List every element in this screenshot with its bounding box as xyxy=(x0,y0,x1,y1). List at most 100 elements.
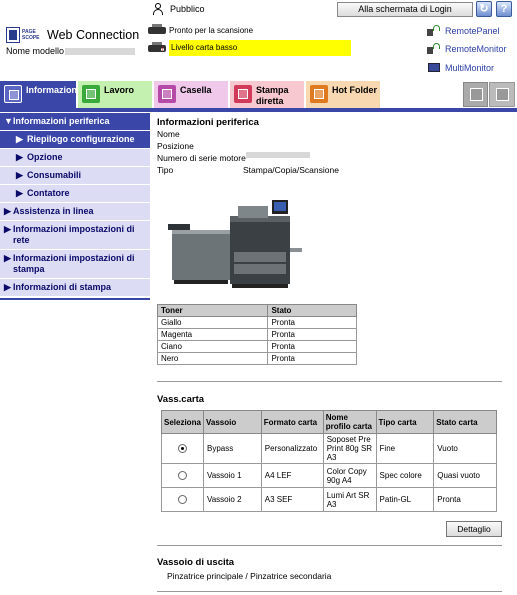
sidebar-item-label: Informazioni di stampa xyxy=(13,282,112,292)
tray-name: Vassoio 1 xyxy=(202,463,262,488)
table-row: Magenta Pronta xyxy=(156,328,357,341)
multi-monitor-label: MultiMonitor xyxy=(445,63,495,73)
sidebar-item-opzione[interactable]: ▶ Opzione xyxy=(0,149,150,167)
column-header: Seleziona xyxy=(161,410,204,434)
sidebar-item-label: Contatore xyxy=(27,188,70,198)
tab-maintenance[interactable] xyxy=(463,82,488,107)
tray-radio[interactable] xyxy=(177,471,187,480)
page-title: Informazioni periferica xyxy=(157,117,259,128)
sidebar-item-contatore[interactable]: ▶ Contatore xyxy=(0,185,150,203)
device-position-label: Posizione xyxy=(157,141,194,151)
column-header: Tipo carta xyxy=(375,410,435,434)
status-ready-text: Pronto per la scansione xyxy=(169,25,254,35)
tray-status: Pronta xyxy=(433,487,497,512)
tray-size: Personalizzato xyxy=(260,433,324,464)
model-name: Nome modello xyxy=(6,46,136,56)
multi-monitor-link[interactable]: MultiMonitor xyxy=(427,62,494,74)
sidebar-item-assistenza[interactable]: ▶ Assistenza in linea xyxy=(0,203,150,221)
remote-panel-link[interactable]: RemotePanel xyxy=(427,25,500,37)
sidebar-item-impostazioni-stampa[interactable]: ▶ Informazioni impostazioni di stampa xyxy=(0,250,150,279)
toner-status: Pronta xyxy=(267,340,357,353)
tab-casella[interactable]: Casella xyxy=(154,81,228,108)
sidebar-item-consumabili[interactable]: ▶ Consumabili xyxy=(0,167,150,185)
user-info: Pubblico xyxy=(152,3,205,15)
detail-button[interactable]: Dettaglio xyxy=(446,521,502,537)
serial-value-redacted xyxy=(245,152,310,158)
tray-name: Vassoio 2 xyxy=(202,487,262,512)
login-button[interactable]: Alla schermata di Login xyxy=(337,2,473,17)
remote-panel-icon xyxy=(427,25,441,37)
toner-table: Toner Stato Giallo Pronta Magenta Pronta C… xyxy=(156,304,357,365)
table-row: Bypass Personalizzato Soposet Pre Print … xyxy=(161,433,497,464)
tray-paper-type: Spec colore xyxy=(375,463,435,488)
tab-settings[interactable] xyxy=(489,82,515,107)
paper-trays-title: Vass.carta xyxy=(157,394,205,405)
page-scope-logo: PAGE SCOPE Web Connection xyxy=(6,24,152,46)
tab-informazione[interactable]: Informazione xyxy=(0,81,82,108)
tray-radio[interactable] xyxy=(177,444,187,453)
printer-warning-icon: ! xyxy=(148,42,166,54)
toner-status: Pronta xyxy=(267,352,357,365)
output-tray-value: Pinzatrice principale / Pinzatrice secon… xyxy=(167,571,332,581)
remote-monitor-link[interactable]: RemoteMonitor xyxy=(427,43,507,55)
main-tabs: Informazione Lavoro Casella Stampa diret… xyxy=(0,81,517,108)
triangle-right-icon: ▶ xyxy=(16,152,23,162)
device-name-row: Nome xyxy=(157,128,503,140)
tray-status: Vuoto xyxy=(433,433,497,464)
model-value-redacted xyxy=(65,48,136,56)
toner-status: Pronta xyxy=(267,316,357,329)
maintenance-icon xyxy=(470,88,483,101)
column-header: Stato xyxy=(267,304,357,317)
tray-header-row: Seleziona Vassoio Formato carta Nome pro… xyxy=(161,410,497,434)
sidebar-item-label: Consumabili xyxy=(27,170,82,180)
tray-profile: Color Copy 90g A4 xyxy=(322,463,377,488)
sidebar-item-label: Assistenza in linea xyxy=(13,206,94,216)
printer-icon xyxy=(148,24,166,36)
device-type-value: Stampa/Copia/Scansione xyxy=(243,165,339,175)
sidebar-item-riepilogo-configurazione[interactable]: ▶ Riepilogo configurazione xyxy=(0,131,150,149)
tray-paper-type: Patin-GL xyxy=(375,487,435,512)
job-icon xyxy=(82,85,100,103)
printer-image xyxy=(168,200,302,288)
direct-print-icon xyxy=(234,85,252,103)
logo-title: Web Connection xyxy=(47,28,140,42)
paper-tray-table: Seleziona Vassoio Formato carta Nome pro… xyxy=(161,410,497,512)
tab-stampa-diretta[interactable]: Stampa diretta xyxy=(230,81,304,108)
triangle-right-icon: ▶ xyxy=(16,170,23,180)
sidebar-item-informazioni-periferica[interactable]: ▼Informazioni periferica xyxy=(0,113,150,131)
toner-header-row: Toner Stato xyxy=(156,304,357,317)
triangle-right-icon: ▶ xyxy=(4,253,11,263)
user-name: Pubblico xyxy=(170,4,205,14)
model-label: Nome modello xyxy=(6,46,65,56)
toner-color: Giallo xyxy=(156,316,269,329)
tab-hot-folder[interactable]: Hot Folder xyxy=(306,81,380,108)
output-tray-title: Vassoio di uscita xyxy=(157,557,235,568)
logo-small-text: PAGE SCOPE xyxy=(22,29,40,41)
device-serial-row: Numero di serie motore xyxy=(157,152,503,164)
remote-monitor-label: RemoteMonitor xyxy=(445,44,507,54)
sidebar-item-label: Riepilogo configurazione xyxy=(27,134,135,144)
sidebar-item-label: Informazioni impostazioni di rete xyxy=(13,224,135,245)
toner-color: Magenta xyxy=(156,328,269,341)
tab-lavoro[interactable]: Lavoro xyxy=(78,81,152,108)
box-icon xyxy=(158,85,176,103)
tab-stampa-diretta-label: Stampa diretta xyxy=(256,85,289,106)
remote-monitor-icon xyxy=(427,43,441,55)
device-position-row: Posizione xyxy=(157,140,503,152)
triangle-down-icon: ▼ xyxy=(4,116,13,126)
triangle-right-icon: ▶ xyxy=(16,188,23,198)
tray-name: Bypass xyxy=(202,433,262,464)
settings-icon xyxy=(496,88,509,101)
sidebar-item-informazioni-stampa[interactable]: ▶ Informazioni di stampa xyxy=(0,279,150,297)
tab-casella-label: Casella xyxy=(180,85,212,95)
help-icon[interactable]: ? xyxy=(496,1,512,17)
column-header: Stato carta xyxy=(433,410,497,434)
divider xyxy=(157,381,502,382)
device-type-row: Tipo Stampa/Copia/Scansione xyxy=(157,164,503,176)
refresh-icon[interactable]: ↻ xyxy=(476,1,492,17)
tray-profile: Soposet Pre Print 80g SR A3 xyxy=(322,433,377,464)
sidebar-item-impostazioni-rete[interactable]: ▶ Informazioni impostazioni di rete xyxy=(0,221,150,250)
tray-radio[interactable] xyxy=(177,495,187,504)
status-ready: Pronto per la scansione xyxy=(148,24,253,36)
tray-size: A3 SEF xyxy=(260,487,324,512)
